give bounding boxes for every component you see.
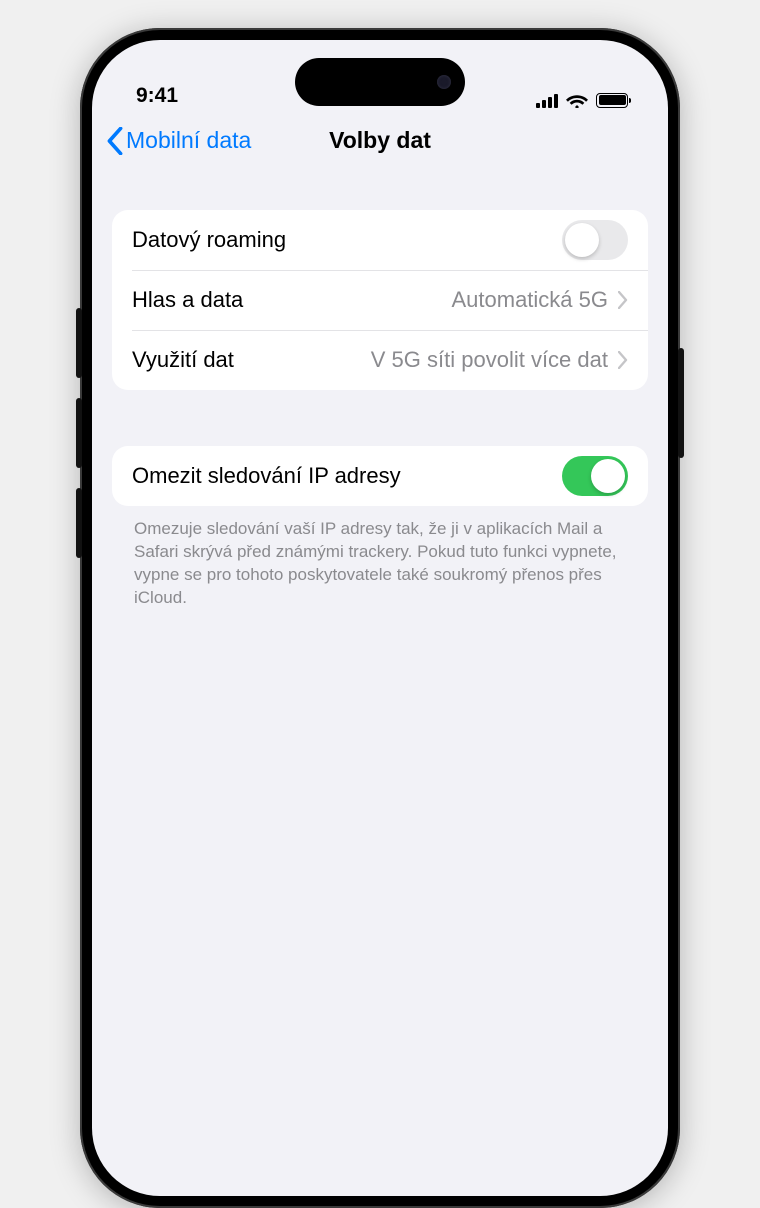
chevron-right-icon [618, 291, 628, 309]
dynamic-island [295, 58, 465, 106]
page-title: Volby dat [329, 127, 431, 154]
row-label: Omezit sledování IP adresy [132, 463, 401, 489]
settings-group-data: Datový roaming Hlas a data Automatická 5… [112, 210, 648, 390]
phone-frame: 9:41 Mobilní data Volby dat Datový roami… [80, 28, 680, 1208]
screen: 9:41 Mobilní data Volby dat Datový roami… [92, 40, 668, 1196]
nav-bar: Mobilní data Volby dat [92, 112, 668, 170]
toggle-limit-ip-tracking[interactable] [562, 456, 628, 496]
row-value: Automatická 5G [451, 287, 608, 313]
group-footer-text: Omezuje sledování vaší IP adresy tak, že… [112, 506, 648, 610]
status-indicators [536, 92, 628, 108]
back-button[interactable]: Mobilní data [92, 127, 251, 155]
status-time: 9:41 [136, 84, 178, 108]
settings-group-privacy: Omezit sledování IP adresy [112, 446, 648, 506]
row-data-mode[interactable]: Využití dat V 5G síti povolit více dat [112, 330, 648, 390]
cellular-signal-icon [536, 93, 558, 108]
row-label: Datový roaming [132, 227, 286, 253]
battery-icon [596, 93, 628, 108]
row-voice-and-data[interactable]: Hlas a data Automatická 5G [112, 270, 648, 330]
toggle-data-roaming[interactable] [562, 220, 628, 260]
wifi-icon [566, 92, 588, 108]
back-label: Mobilní data [126, 127, 251, 154]
row-data-roaming[interactable]: Datový roaming [112, 210, 648, 270]
row-label: Hlas a data [132, 287, 243, 313]
chevron-left-icon [106, 127, 124, 155]
chevron-right-icon [618, 351, 628, 369]
row-value: V 5G síti povolit více dat [371, 347, 608, 373]
row-limit-ip-tracking[interactable]: Omezit sledování IP adresy [112, 446, 648, 506]
content: Datový roaming Hlas a data Automatická 5… [92, 170, 668, 610]
row-label: Využití dat [132, 347, 234, 373]
